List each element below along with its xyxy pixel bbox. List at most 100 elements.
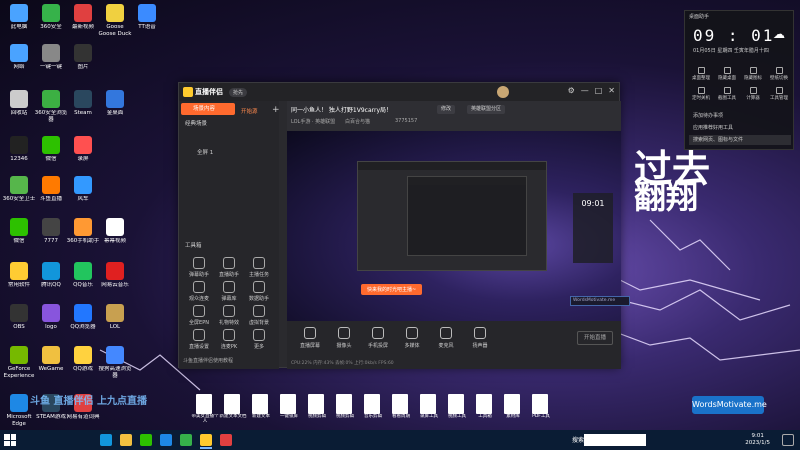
maximize-icon[interactable]: □ xyxy=(595,86,603,95)
desktop-icon[interactable]: logo xyxy=(34,304,68,331)
tool-item[interactable]: 连麦PK xyxy=(215,329,243,350)
edit-button[interactable]: 修改 xyxy=(437,105,456,114)
desktop-icon[interactable]: 360安全卫士 xyxy=(2,176,36,203)
tool-item[interactable]: 虚拟背景 xyxy=(245,305,273,326)
desktop-icon[interactable]: 微信 xyxy=(2,218,36,245)
tool-item[interactable]: 数据助手 xyxy=(245,281,273,302)
gadget-button[interactable]: 隐藏图标 xyxy=(741,67,765,81)
desktop-icon[interactable]: 360安全浏览器 xyxy=(34,90,68,124)
taskbar-app-icon[interactable] xyxy=(200,434,212,446)
desktop-icon[interactable]: 最新视频 xyxy=(66,4,100,31)
version-badge[interactable]: 抢先 xyxy=(229,87,248,97)
desktop-icon[interactable]: GeForce Experience xyxy=(2,346,36,380)
start-live-button[interactable]: 开始直播 xyxy=(577,331,613,345)
desktop-icon[interactable]: 幂幂视频 xyxy=(98,218,132,245)
desktop-icon[interactable]: 360手机助手 xyxy=(66,218,100,245)
taskbar-search-input[interactable] xyxy=(584,434,646,446)
gadget-row[interactable]: 搜索网页、图标与文件 xyxy=(689,135,791,145)
document-icon[interactable] xyxy=(336,394,352,414)
gadget-button[interactable]: 隐藏桌面 xyxy=(715,67,739,81)
sidebar-item-classic[interactable]: 经典场景 xyxy=(185,119,207,127)
action-button[interactable]: 多媒体 xyxy=(397,327,427,349)
document-icon[interactable] xyxy=(308,394,324,414)
minimize-icon[interactable]: — xyxy=(581,86,589,95)
document-icon[interactable] xyxy=(252,394,268,414)
start-button[interactable] xyxy=(4,434,16,446)
desktop-icon[interactable]: 微信 xyxy=(34,136,68,163)
desktop-icon[interactable]: 图片 xyxy=(66,44,100,71)
desktop-icon[interactable]: TT语音 xyxy=(130,4,164,31)
desktop-icon[interactable]: 一键一键 xyxy=(34,44,68,71)
taskbar-app-icon[interactable] xyxy=(140,434,152,446)
tool-item[interactable]: 主播任务 xyxy=(245,257,273,278)
desktop-icon[interactable]: 360安全 xyxy=(34,4,68,31)
room-title[interactable]: 同一小鱼人！ 独人打野1V9carry局！ xyxy=(291,105,392,114)
taskbar-app-icon[interactable] xyxy=(180,434,192,446)
document-icon[interactable] xyxy=(476,394,492,414)
desktop-icon[interactable]: 斗鱼直播 xyxy=(34,176,68,203)
tool-item[interactable]: 全屏EPN xyxy=(185,305,213,326)
gadget-row[interactable]: 添加待办事项 xyxy=(689,111,791,121)
desktop-icon[interactable]: Steam xyxy=(66,90,100,117)
taskbar-app-icon[interactable] xyxy=(160,434,172,446)
motivate-widget[interactable]: WordsMotivate.me xyxy=(692,396,767,414)
desktop-icon[interactable]: 常用软件 xyxy=(2,262,36,289)
desktop-icon[interactable]: 12346 xyxy=(2,136,36,163)
add-source-icon[interactable]: + xyxy=(272,105,280,115)
desktop-icon[interactable]: OBS xyxy=(2,304,36,331)
gadget-button[interactable]: 壁纸切换 xyxy=(767,67,791,81)
desktop-icon[interactable]: QQ浏览器 xyxy=(66,304,100,331)
close-icon[interactable]: ✕ xyxy=(608,86,615,95)
desktop-icon[interactable]: QQ音乐 xyxy=(66,262,100,289)
desktop-icon[interactable]: LOL xyxy=(98,304,132,331)
tool-item[interactable]: 观众连麦 xyxy=(185,281,213,302)
document-icon[interactable] xyxy=(504,394,520,414)
gadget-button[interactable]: 工具管理 xyxy=(767,87,791,101)
gadget-row[interactable]: 应用推荐好用工具 xyxy=(689,123,791,133)
desktop-icon[interactable]: 风车 xyxy=(66,176,100,203)
desktop-icon[interactable]: 此电脑 xyxy=(2,4,36,31)
tutorial-link[interactable]: 斗鱼直播伴侣使用教程 xyxy=(183,357,233,364)
desktop-icon[interactable]: 金桌面 xyxy=(98,90,132,117)
action-button[interactable]: 摄像头 xyxy=(329,327,359,349)
tool-item[interactable]: 弹幕库 xyxy=(215,281,243,302)
document-icon[interactable] xyxy=(364,394,380,414)
desktop-icon[interactable]: 腾讯QQ xyxy=(34,262,68,289)
gadget-button[interactable]: 截图工具 xyxy=(715,87,739,101)
tool-item[interactable]: 弹幕助手 xyxy=(185,257,213,278)
taskbar-app-icon[interactable] xyxy=(220,434,232,446)
document-icon[interactable] xyxy=(224,394,240,414)
action-button[interactable]: 直播屏幕 xyxy=(295,327,325,349)
desktop-icon[interactable]: 录屏 xyxy=(66,136,100,163)
action-button[interactable]: 扬声器 xyxy=(465,327,495,349)
small-blue-widget[interactable]: WordsMotivate.me xyxy=(570,296,630,306)
desktop-icon[interactable]: Goose Goose Duck xyxy=(98,4,132,38)
system-clock[interactable]: 9:01 2023/1/5 xyxy=(745,433,770,447)
desktop-icon[interactable]: 搜狗高速浏览器 xyxy=(98,346,132,380)
scene-item-fullscreen[interactable]: 全屏 1 xyxy=(183,147,275,159)
document-icon[interactable] xyxy=(532,394,548,414)
document-icon[interactable] xyxy=(448,394,464,414)
tool-item[interactable]: 直播助手 xyxy=(215,257,243,278)
taskbar-app-icon[interactable] xyxy=(100,434,112,446)
cta-banner[interactable]: 快来我的时光吧主播~ xyxy=(361,284,423,295)
tool-item[interactable]: 直播设置 xyxy=(185,329,213,350)
action-button[interactable]: 手机投屏 xyxy=(363,327,393,349)
tool-item[interactable]: 礼物特效 xyxy=(215,305,243,326)
desktop-icon[interactable]: 网易云音乐 xyxy=(98,262,132,289)
tool-item[interactable]: 更多 xyxy=(245,329,273,350)
document-icon[interactable] xyxy=(196,394,212,414)
document-icon[interactable] xyxy=(392,394,408,414)
tab-scene-content[interactable]: 场景内容 xyxy=(181,103,235,115)
avatar[interactable] xyxy=(497,86,509,98)
category-pill[interactable]: 英雄联盟分区 xyxy=(467,105,506,114)
gadget-button[interactable]: 计算器 xyxy=(741,87,765,101)
document-icon[interactable] xyxy=(280,394,296,414)
gadget-button[interactable]: 桌面整理 xyxy=(689,67,713,81)
action-button[interactable]: 麦克风 xyxy=(431,327,461,349)
gadget-button[interactable]: 定时关机 xyxy=(689,87,713,101)
desktop-icon[interactable]: 7777 xyxy=(34,218,68,245)
desktop-icon[interactable]: 网络 xyxy=(2,44,36,71)
desktop-icon[interactable]: QQ游戏 xyxy=(66,346,100,373)
stream-preview[interactable]: 09:01 xyxy=(287,131,621,321)
